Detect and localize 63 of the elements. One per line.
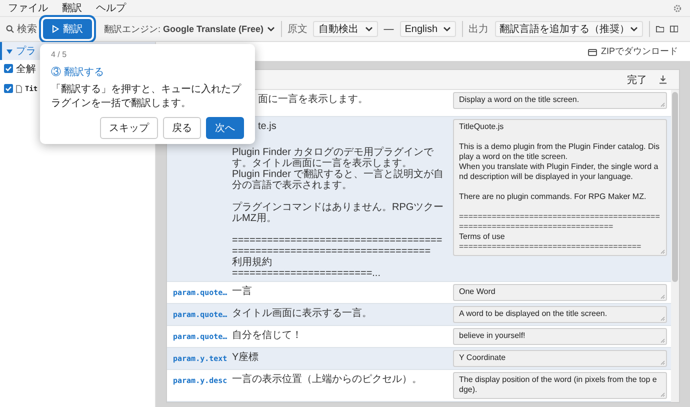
download-icon[interactable] [659,75,667,84]
source-text: 一言 [232,284,253,297]
source-line: 利用規約 [232,257,273,268]
translation-field[interactable]: One Word [453,284,667,301]
search-icon [6,25,14,33]
source-line: Plugin Finder で翻訳すると、一言と説明文が自分の言語で表示されます。 [232,169,445,191]
dash: — [384,24,394,34]
source-text: 一言の表示位置（上端からのピクセル）。 [232,372,423,385]
scrollbar[interactable] [671,90,679,402]
chevron-icon [442,26,451,32]
zip-download-button[interactable]: ZIPでダウンロード [588,45,678,58]
source-label: 原文 [287,22,308,36]
translation-field[interactable]: believe in yourself! [453,328,667,345]
checkbox[interactable] [4,84,13,93]
menu-item[interactable]: ファイル [8,1,48,15]
output-label: 出力 [468,22,489,36]
book-icon[interactable] [670,25,678,33]
tour-button[interactable]: スキップ [100,117,158,139]
tour-button[interactable]: 戻る [163,117,201,139]
step-counter: 4 / 5 [51,50,68,59]
status-label: 完了 [627,74,647,86]
source-text: タイトル画面に表示する一言。 [232,306,373,319]
resize-grip-icon[interactable] [660,338,665,343]
chevron-icon [630,26,638,32]
resize-grip-icon[interactable] [660,249,665,254]
engine-dropdown[interactable]: 翻訳エンジン: Google Translate (Free) [98,22,275,36]
translation-field[interactable]: Y Coordinate [453,350,667,367]
source-line: プラグインコマンドはありません。RPGツクールMZ用。 [232,202,445,224]
menu-item[interactable]: ヘルプ [96,1,126,15]
next-button[interactable]: 次へ [206,117,244,139]
chevron-icon [266,26,275,32]
search-button[interactable]: 検索 [6,22,37,36]
select-all-label: 全解 [16,62,36,76]
play-icon [52,25,59,33]
output-mode-select[interactable]: 翻訳言語を追加する（推奨） [494,21,643,37]
settings-icon[interactable] [673,4,682,12]
source-line: ====================================================================== [232,235,444,257]
source-line: ========================... [232,268,382,279]
source-line: te.js [258,121,278,132]
menu-item[interactable]: 翻訳 [62,1,82,15]
source-line: Plugin Finder カタログのデモ用プラグインです。タイトル画面に一言を表示します。 [232,147,435,169]
resize-grip-icon[interactable] [660,360,665,365]
chevron-icon [364,26,373,32]
tour-title: ③ 翻訳する [51,66,105,79]
resize-grip-icon[interactable] [660,102,665,107]
resize-grip-icon[interactable] [660,392,665,397]
translate-button[interactable]: 翻訳 [43,19,92,39]
translation-field[interactable]: Display a word on the title screen. [453,92,667,109]
target-language-select[interactable]: English [400,21,456,37]
tour-description: 「翻訳する」を押すと、キューに入れたプラグインを一括で翻訳します。 [51,83,242,111]
source-language-select[interactable]: 自動検出 [313,21,378,37]
resize-grip-icon[interactable] [660,316,665,321]
translation-field[interactable]: TitleQuote.js This is a demo plugin from the Plugin Finder catalog. Display a word on the title screen. When you translate with Plugin Finder, the single word and description will be displayed in your language. There are no plugin commands. For RPG Maker MZ. ============================================================================ Terms of use ======================================= [453,119,667,256]
source-text: 面に一言を表示します。 [258,92,369,105]
source-text: Y座標 [232,350,260,363]
checkbox[interactable] [4,64,13,73]
archive-icon [588,48,597,56]
folder-icon[interactable] [656,25,664,33]
resize-grip-icon[interactable] [660,294,665,299]
source-text: 自分を信じて！ [232,329,303,341]
translation-field[interactable]: The display position of the word (in pixels from the top edge). [453,372,667,399]
file-icon [16,84,22,92]
translation-field[interactable]: A word to be displayed on the title screen. [453,306,667,323]
